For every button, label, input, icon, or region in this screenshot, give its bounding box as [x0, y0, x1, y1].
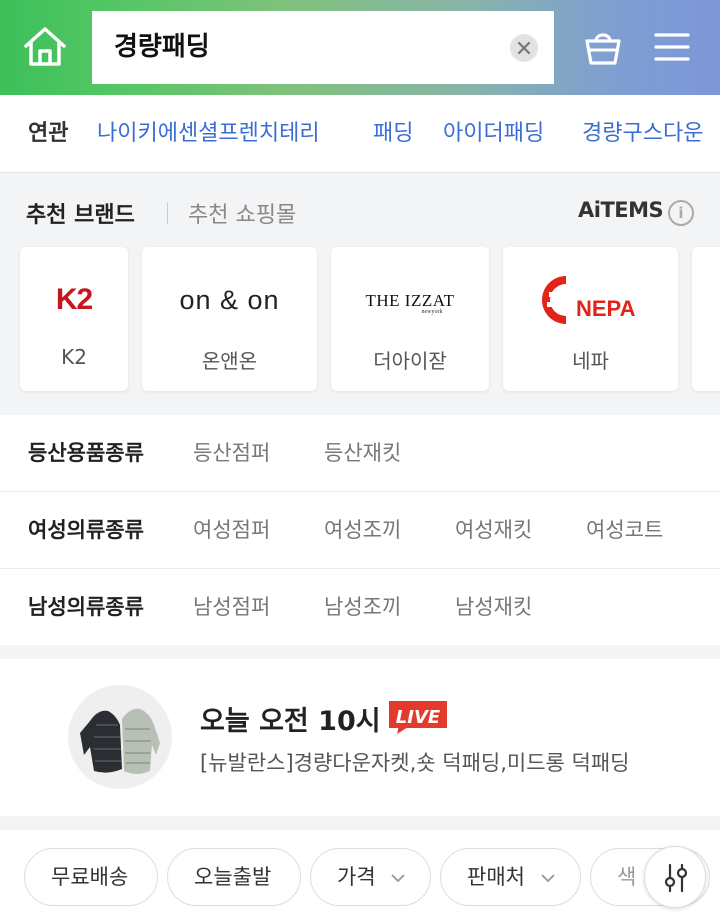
live-thumbnail: [68, 685, 172, 789]
chip-label: 무료배송: [51, 865, 129, 889]
brand-card-k2[interactable]: K2 K2: [20, 247, 128, 391]
cart-button[interactable]: [582, 26, 624, 68]
category-item[interactable]: 등산점퍼: [193, 415, 270, 492]
chevron-down-icon: [391, 874, 405, 883]
live-broadcast-banner[interactable]: 오늘 오전 10시 LIVE [뉴발란스]경량다운자켓,숏 덕패딩,미드롱 덕패…: [0, 659, 720, 816]
brand-name: 네파: [572, 349, 609, 373]
tab-divider: [167, 202, 168, 224]
brand-name: 온앤온: [201, 349, 258, 373]
category-item[interactable]: 여성코트: [586, 492, 663, 569]
search-input[interactable]: 경량패딩: [92, 11, 554, 84]
live-badge: LIVE: [389, 701, 447, 734]
home-icon: [24, 27, 66, 66]
info-icon[interactable]: i: [668, 200, 694, 226]
nepa-logo-text: NEPA: [576, 296, 636, 321]
filter-bar: 무료배송 오늘출발 가격 판매처 색: [0, 830, 720, 916]
brand-card-theizzat[interactable]: THE IZZAT newyork 더아이잗: [331, 247, 489, 391]
category-row-hiking: 등산용품종류 등산점퍼 등산재킷: [0, 415, 720, 492]
home-button[interactable]: [22, 24, 68, 70]
live-description: [뉴발란스]경량다운자켓,숏 덕패딩,미드롱 덕패딩: [200, 751, 630, 775]
category-item[interactable]: 남성재킷: [455, 569, 532, 646]
related-link[interactable]: 나이키에센셜프렌치테리: [97, 95, 320, 172]
tab-recommended-brand[interactable]: 추천 브랜드: [26, 197, 135, 229]
brand-name: 더아이잗: [373, 349, 447, 373]
recommended-brand-section: 추천 브랜드 추천 쇼핑몰 AiTEMS i K2 K2 on & on 온앤온…: [0, 173, 720, 415]
related-link[interactable]: 아이더패딩: [443, 95, 544, 172]
chip-label: 판매처: [467, 865, 525, 889]
related-title: 연관: [28, 121, 69, 146]
jacket-image: [80, 708, 160, 774]
related-link[interactable]: 경량구스다운: [582, 95, 703, 172]
live-title: 오늘 오전 10시: [200, 706, 381, 737]
nepa-logo-icon: NEPA: [541, 276, 636, 324]
sliders-icon: [664, 863, 688, 893]
category-row-women: 여성의류종류 여성점퍼 여성조끼 여성재킷 여성코트: [0, 492, 720, 569]
category-item[interactable]: 여성조끼: [324, 492, 401, 569]
brand-card-partial[interactable]: [692, 247, 720, 391]
chip-label: 오늘출발: [194, 865, 272, 889]
menu-icon: [654, 33, 690, 61]
filter-chip-free-shipping[interactable]: 무료배송: [24, 848, 158, 906]
category-item[interactable]: 여성점퍼: [193, 492, 270, 569]
category-title: 등산용품종류: [28, 441, 144, 465]
filter-chip-price[interactable]: 가격: [310, 848, 431, 906]
brand-name: K2: [61, 345, 87, 369]
tab-recommended-mall[interactable]: 추천 쇼핑몰: [188, 197, 296, 229]
k2-logo: K2: [55, 283, 93, 316]
brand-card-nepa[interactable]: NEPA 네파: [503, 247, 678, 391]
filter-chip-seller[interactable]: 판매처: [440, 848, 581, 906]
category-row-men: 남성의류종류 남성점퍼 남성조끼 남성재킷: [0, 569, 720, 646]
close-icon: [517, 41, 531, 55]
filter-settings-button[interactable]: [644, 846, 706, 908]
nepa-logo: NEPA: [503, 269, 678, 331]
chip-label: 색: [617, 865, 637, 889]
category-item[interactable]: 남성조끼: [324, 569, 401, 646]
cart-icon: [585, 33, 621, 65]
category-section: 등산용품종류 등산점퍼 등산재킷 여성의류종류 여성점퍼 여성조끼 여성재킷 여…: [0, 415, 720, 645]
related-link[interactable]: 패딩: [373, 95, 413, 172]
clear-search-button[interactable]: [510, 34, 538, 62]
chip-label: 가격: [337, 865, 376, 889]
related-searches-bar: 연관 나이키에센셜프렌치테리 패딩 아이더패딩 경량구스다운: [0, 95, 720, 173]
category-title: 여성의류종류: [28, 518, 144, 542]
menu-button[interactable]: [654, 32, 690, 62]
theizzat-logo: THE IZZAT newyork: [365, 291, 455, 315]
chevron-down-icon: [541, 874, 555, 883]
category-title: 남성의류종류: [28, 595, 144, 619]
category-item[interactable]: 등산재킷: [324, 415, 401, 492]
top-header: 경량패딩: [0, 0, 720, 95]
brand-card-onandon[interactable]: on & on 온앤온: [142, 247, 317, 391]
filter-chip-today-ship[interactable]: 오늘출발: [167, 848, 301, 906]
aitems-label: AiTEMS: [578, 198, 664, 222]
category-item[interactable]: 남성점퍼: [193, 569, 270, 646]
search-query-text: 경량패딩: [114, 32, 210, 62]
onandon-logo: on & on: [179, 284, 280, 315]
category-item[interactable]: 여성재킷: [455, 492, 532, 569]
